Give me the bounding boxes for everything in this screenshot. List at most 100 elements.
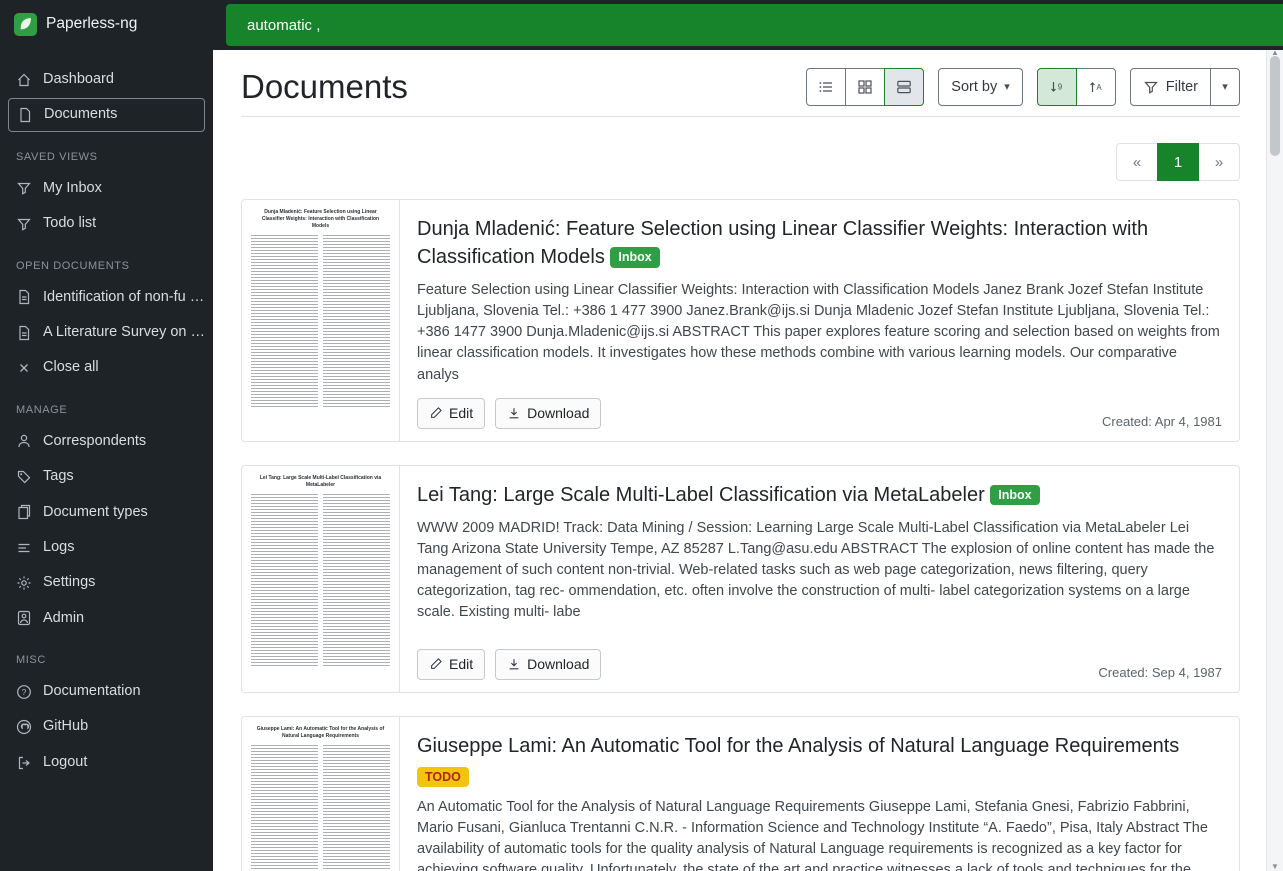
sidebar-item-label: Documents <box>44 106 117 123</box>
sidebar-nav: Dashboard Documents SAVED VIEWS My Inbox… <box>0 48 213 780</box>
view-mode-group <box>806 68 924 106</box>
edit-label: Edit <box>449 405 473 421</box>
sidebar-item-open-doc-1[interactable]: Identification of non-fu … <box>0 280 213 315</box>
sidebar-item-settings[interactable]: Settings <box>0 565 213 600</box>
sidebar-item-label: Close all <box>43 359 99 376</box>
main-scrollbar[interactable]: ▲ ▼ <box>1266 50 1283 871</box>
document-title-link[interactable]: Giuseppe Lami: An Automatic Tool for the… <box>417 732 1222 760</box>
document-title-text: Giuseppe Lami: An Automatic Tool for the… <box>417 735 1179 757</box>
view-mode-list-button[interactable] <box>806 68 846 106</box>
funnel-icon <box>16 216 32 232</box>
tag-badge-inbox[interactable]: Inbox <box>990 485 1039 506</box>
filter-label: Filter <box>1166 79 1198 95</box>
sidebar-item-label: Dashboard <box>43 71 114 88</box>
tag-icon <box>16 469 32 485</box>
document-thumbnail[interactable]: Giuseppe Lami: An Automatic Tool for the… <box>242 717 400 871</box>
section-title-saved-views: SAVED VIEWS <box>0 133 213 171</box>
edit-button[interactable]: Edit <box>417 649 485 680</box>
sidebar: Paperless-ng Dashboard Documents SAVED V… <box>0 0 213 871</box>
svg-text:A: A <box>1096 83 1102 92</box>
document-title-link[interactable]: Dunja Mladenić: Feature Selection using … <box>417 215 1222 271</box>
sidebar-item-open-doc-2[interactable]: A Literature Survey on … <box>0 315 213 350</box>
file-text-icon <box>16 325 32 341</box>
document-list: Dunja Mladenić: Feature Selection using … <box>241 199 1240 871</box>
sidebar-item-documents[interactable]: Documents <box>8 98 205 131</box>
sort-alpha-up-icon: A <box>1088 79 1104 95</box>
download-label: Download <box>527 656 589 672</box>
top-navbar: automatic , <box>213 0 1283 50</box>
header-divider <box>241 116 1240 117</box>
sort-by-dropdown[interactable]: Sort by ▾ <box>938 68 1022 106</box>
document-card: Dunja Mladenić: Feature Selection using … <box>241 199 1240 442</box>
document-thumbnail[interactable]: Lei Tang: Large Scale Multi-Label Classi… <box>242 466 400 692</box>
global-search-input[interactable]: automatic , <box>226 4 1283 46</box>
close-icon <box>16 360 32 376</box>
sidebar-item-label: Correspondents <box>43 433 146 450</box>
document-excerpt: WWW 2009 MADRID! Track: Data Mining / Se… <box>417 518 1222 624</box>
document-card: Lei Tang: Large Scale Multi-Label Classi… <box>241 465 1240 693</box>
document-title-link[interactable]: Lei Tang: Large Scale Multi-Label Classi… <box>417 481 1222 509</box>
filter-group: Filter ▾ <box>1130 68 1240 106</box>
document-card-body: Giuseppe Lami: An Automatic Tool for the… <box>400 717 1239 871</box>
scroll-down-arrow-icon[interactable]: ▼ <box>1267 862 1283 871</box>
sidebar-item-todo-list[interactable]: Todo list <box>0 206 213 241</box>
sort-descending-button[interactable]: 9 <box>1037 68 1077 106</box>
sidebar-item-close-all[interactable]: Close all <box>0 350 213 385</box>
sidebar-item-dashboard[interactable]: Dashboard <box>0 62 213 97</box>
download-button[interactable]: Download <box>495 649 601 680</box>
sidebar-item-documentation[interactable]: ? Documentation <box>0 674 213 709</box>
section-title-misc: MISC <box>0 636 213 674</box>
sidebar-item-logout[interactable]: Logout <box>0 745 213 780</box>
document-card-body: Lei Tang: Large Scale Multi-Label Classi… <box>400 466 1239 692</box>
thumbnail-text: Lei Tang: Large Scale Multi-Label Classi… <box>254 475 387 489</box>
sidebar-item-my-inbox[interactable]: My Inbox <box>0 171 213 206</box>
person-badge-icon <box>16 610 32 626</box>
tag-badge-inbox[interactable]: Inbox <box>610 247 659 268</box>
document-title-text: Lei Tang: Large Scale Multi-Label Classi… <box>417 484 985 506</box>
sidebar-item-label: Document types <box>43 504 148 521</box>
brand[interactable]: Paperless-ng <box>0 0 213 48</box>
sidebar-item-admin[interactable]: Admin <box>0 601 213 636</box>
sidebar-item-label: Tags <box>43 468 74 485</box>
search-query-text: automatic , <box>247 17 320 34</box>
details-view-icon <box>896 79 912 95</box>
scrollbar-thumb[interactable] <box>1270 56 1280 156</box>
filter-dropdown-toggle[interactable]: ▾ <box>1210 68 1240 106</box>
pagination-next-button[interactable]: » <box>1198 143 1240 181</box>
github-icon <box>16 719 32 735</box>
gear-icon <box>16 575 32 591</box>
tag-badge-todo[interactable]: TODO <box>417 767 469 788</box>
thumbnail-preview-lines <box>248 494 393 666</box>
question-circle-icon: ? <box>16 684 32 700</box>
thumbnail-text: Giuseppe Lami: An Automatic Tool for the… <box>254 726 387 740</box>
sidebar-item-github[interactable]: GitHub <box>0 709 213 744</box>
sort-ascending-button[interactable]: A <box>1076 68 1116 106</box>
sidebar-item-logs[interactable]: Logs <box>0 530 213 565</box>
view-mode-grid-button[interactable] <box>845 68 885 106</box>
document-thumbnail[interactable]: Dunja Mladenić: Feature Selection using … <box>242 200 400 441</box>
document-excerpt: An Automatic Tool for the Analysis of Na… <box>417 797 1222 871</box>
view-mode-details-button[interactable] <box>884 68 924 106</box>
pagination: « 1 » <box>241 143 1240 181</box>
logout-icon <box>16 755 32 771</box>
files-icon <box>16 504 32 520</box>
funnel-icon <box>1143 79 1159 95</box>
pagination-prev-button[interactable]: « <box>1116 143 1158 181</box>
document-excerpt: Feature Selection using Linear Classifie… <box>417 280 1222 386</box>
pagination-page-1-button[interactable]: 1 <box>1157 143 1199 181</box>
sidebar-item-label: GitHub <box>43 718 88 735</box>
file-icon <box>17 107 33 123</box>
sidebar-item-label: Todo list <box>43 215 96 232</box>
chevron-down-icon: ▾ <box>1004 82 1010 93</box>
house-icon <box>16 72 32 88</box>
app-root: Paperless-ng Dashboard Documents SAVED V… <box>0 0 1283 871</box>
sidebar-item-correspondents[interactable]: Correspondents <box>0 424 213 459</box>
sort-by-group: Sort by ▾ <box>938 68 1022 106</box>
edit-button[interactable]: Edit <box>417 398 485 429</box>
sort-numeric-down-icon: 9 <box>1049 79 1065 95</box>
download-button[interactable]: Download <box>495 398 601 429</box>
sidebar-item-document-types[interactable]: Document types <box>0 495 213 530</box>
sidebar-item-tags[interactable]: Tags <box>0 459 213 494</box>
filter-button[interactable]: Filter <box>1130 68 1211 106</box>
documents-page: Documents <box>213 50 1283 871</box>
